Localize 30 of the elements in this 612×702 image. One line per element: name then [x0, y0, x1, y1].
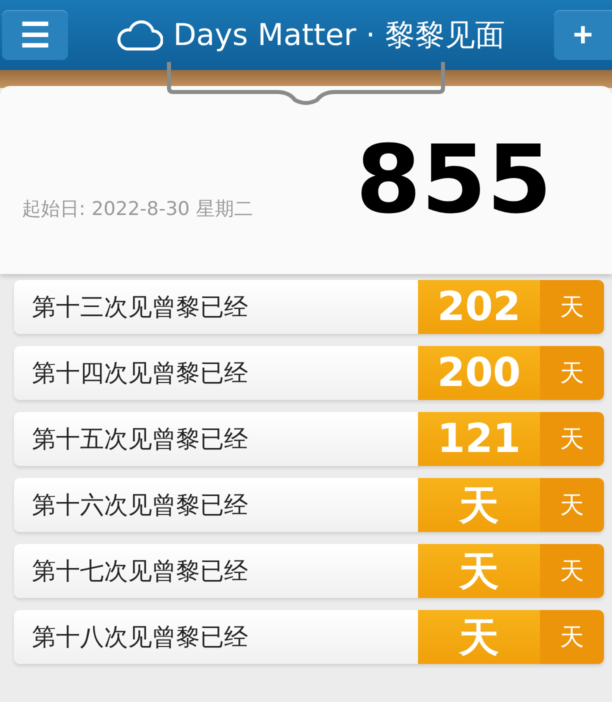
- event-count: 天: [418, 544, 540, 598]
- menu-button[interactable]: ☰: [2, 10, 68, 60]
- event-label: 第十三次见曾黎已经: [14, 280, 418, 334]
- event-count: 200: [418, 346, 540, 400]
- start-date: 起始日: 2022-8-30 星期二: [22, 197, 253, 222]
- event-row[interactable]: 第十八次见曾黎已经 天 天: [14, 610, 604, 664]
- day-count: 855: [356, 134, 552, 228]
- unit-label: 天: [540, 478, 604, 532]
- event-label: 第十六次见曾黎已经: [14, 478, 418, 532]
- event-row[interactable]: 第十五次见曾黎已经 121 天: [14, 412, 604, 466]
- event-count: 202: [418, 280, 540, 334]
- unit-label: 天: [540, 346, 604, 400]
- unit-label: 天: [540, 610, 604, 664]
- unit-label: 天: [540, 280, 604, 334]
- unit-label: 天: [540, 412, 604, 466]
- event-count: 121: [418, 412, 540, 466]
- event-label: 第十五次见曾黎已经: [14, 412, 418, 466]
- event-label: 第十七次见曾黎已经: [14, 544, 418, 598]
- add-button[interactable]: +: [554, 10, 612, 60]
- event-row[interactable]: 第十三次见曾黎已经 202 天: [14, 280, 604, 334]
- cloud-icon: [117, 19, 164, 51]
- event-row[interactable]: 第十七次见曾黎已经 天 天: [14, 544, 604, 598]
- unit-label: 天: [540, 544, 604, 598]
- event-label: 第十四次见曾黎已经: [14, 346, 418, 400]
- app-title: Days Matter · 黎黎见面: [173, 16, 505, 54]
- event-row[interactable]: 第十四次见曾黎已经 200 天: [14, 346, 604, 400]
- event-row[interactable]: 第十六次见曾黎已经 天 天: [14, 478, 604, 532]
- event-label: 第十八次见曾黎已经: [14, 610, 418, 664]
- event-count: 天: [418, 610, 540, 664]
- event-count: 天: [418, 478, 540, 532]
